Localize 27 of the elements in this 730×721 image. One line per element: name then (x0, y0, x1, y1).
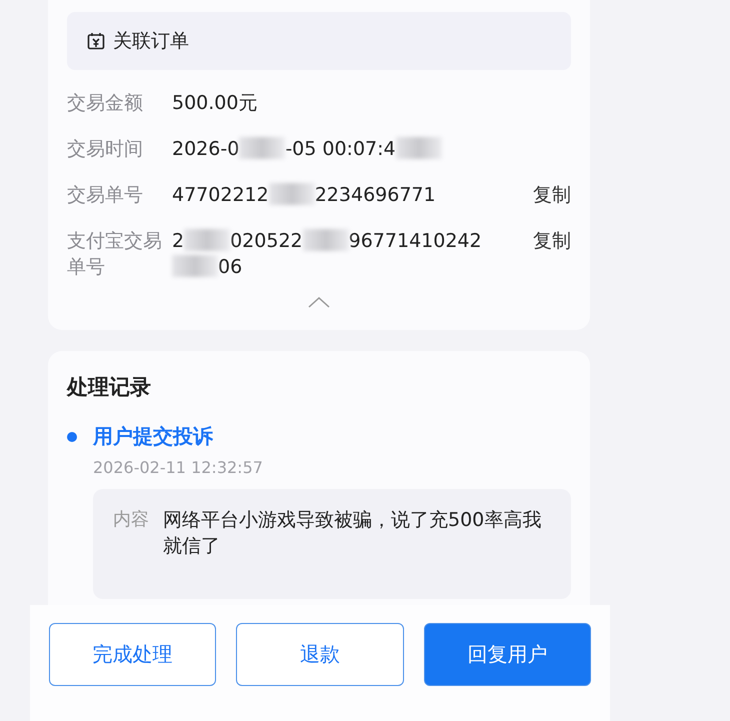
action-button[interactable]: 完成处理 (49, 623, 216, 686)
field-label: 交易单号 (67, 183, 144, 208)
field-label: 交易时间 (67, 137, 144, 162)
redaction-mark (239, 137, 286, 159)
redaction-mark (172, 255, 218, 277)
copy-link[interactable]: 复制 (533, 182, 571, 208)
field-label: 支付宝交易单号 (67, 229, 163, 280)
collapse-icon[interactable] (306, 294, 332, 310)
redaction-mark (268, 183, 315, 205)
record-time: 2026-02-11 12:32:57 (93, 458, 264, 477)
redaction-mark (396, 137, 442, 159)
record-title: 用户提交投诉 (93, 423, 214, 450)
field-label: 交易金额 (67, 91, 144, 116)
section-title: 处理记录 (67, 374, 152, 401)
content-label: 内容 (113, 508, 149, 532)
field-value: 47702212 2234696771 (172, 182, 437, 208)
field-value: 2026-0 -05 00:07:4 (172, 136, 571, 162)
order-header-title: 关联订单 (113, 29, 189, 54)
redaction-mark (184, 229, 230, 251)
field-value: 500.00元 (172, 91, 258, 116)
content-text: 网络平台小游戏导致被骗，说了充500率高我就信了 (163, 508, 542, 559)
action-button[interactable]: 退款 (236, 623, 404, 686)
copy-link[interactable]: 复制 (533, 228, 571, 254)
action-button[interactable]: 回复用户 (424, 623, 591, 686)
redaction-mark (302, 229, 349, 251)
calendar-icon (87, 32, 105, 50)
field-value: 2 020522 96771410242 06 (172, 228, 483, 280)
